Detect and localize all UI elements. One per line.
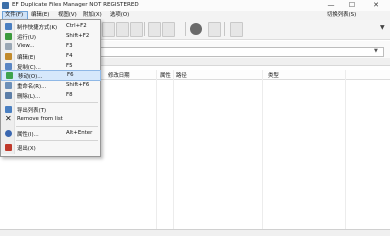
menu-item-remove-from-list[interactable]: ✕ Remove from list [1, 114, 99, 124]
menu-item-label: View... [17, 43, 35, 49]
menu-item-make-shortcut[interactable]: 制作快捷方式(K) Ctrl+F2 [1, 21, 99, 31]
menu-item-shortcut: Shift+F6 [66, 82, 90, 88]
view-icon [5, 43, 12, 50]
menu-item-edit[interactable]: 编辑(E) F4 [1, 51, 99, 61]
menu-separator [16, 140, 98, 141]
toolbar-separator [185, 22, 186, 36]
close-button[interactable]: ✕ [364, 0, 388, 10]
menu-item-shortcut: F4 [66, 53, 73, 59]
menu-item-label: 运行(U) [17, 35, 36, 41]
menu-item-shortcut: Shift+F2 [66, 33, 90, 39]
column-divider [173, 70, 174, 229]
menu-item-view[interactable]: View... F3 [1, 41, 99, 51]
chevron-down-icon[interactable]: ▼ [380, 24, 385, 31]
toolbar-button-6[interactable] [208, 22, 221, 37]
menu-item-properties[interactable]: 属性(I)... Alt+Enter [1, 128, 99, 138]
menu-item-shortcut: F5 [66, 63, 73, 69]
toolbar-button-2[interactable] [116, 22, 129, 37]
menu-view[interactable]: 视图(V) [58, 12, 77, 19]
window-title: EF Duplicate Files Manager NOT REGISTERE… [12, 2, 139, 8]
column-divider [345, 70, 346, 229]
menu-item-shortcut: F3 [66, 43, 73, 49]
menu-item-exit[interactable]: 退出(X) [1, 142, 99, 152]
toolbar-separator [224, 22, 225, 36]
delete-icon [5, 92, 12, 99]
menu-separator [16, 126, 98, 127]
menu-item-label: 编辑(E) [17, 55, 36, 61]
menu-item-label: 属性(I)... [17, 132, 39, 138]
menu-item-rename[interactable]: 重命名(R)... Shift+F6 [1, 80, 99, 90]
copy-icon [5, 63, 12, 70]
app-icon [2, 2, 9, 9]
menu-item-label: 制作快捷方式(K) [17, 25, 58, 31]
menu-switch-list[interactable]: 切换列表(S) [327, 12, 356, 19]
menu-separator [16, 102, 98, 103]
maximize-button[interactable]: ☐ [343, 0, 361, 10]
export-icon [5, 106, 12, 113]
edit-icon [5, 53, 12, 60]
stop-icon[interactable] [190, 23, 202, 35]
shortcut-icon [5, 23, 12, 30]
toolbar-button-4[interactable] [148, 22, 161, 37]
column-divider [262, 70, 263, 229]
move-icon [6, 72, 13, 79]
menu-item-shortcut: F8 [66, 92, 73, 98]
menu-item-run[interactable]: 运行(U) Shift+F2 [1, 31, 99, 41]
toolbar-button-3[interactable] [130, 22, 143, 37]
menu-edit[interactable]: 编辑(E) [31, 12, 49, 19]
menu-item-shortcut: Alt+Enter [66, 130, 93, 136]
menu-item-label: 退出(X) [17, 146, 36, 152]
menu-item-export-list[interactable]: 导出列表(T) [1, 104, 99, 114]
menu-item-delete[interactable]: 删除(L)... F8 [1, 90, 99, 100]
info-icon [5, 130, 12, 137]
menu-item-label: 移动(O)... [18, 74, 43, 80]
status-bar [0, 229, 390, 236]
remove-icon: ✕ [5, 114, 12, 123]
dropdown-arrow-icon[interactable]: ▼ [374, 48, 378, 54]
column-path[interactable]: 路径 [176, 71, 187, 79]
menu-item-label: Remove from list [17, 116, 63, 122]
column-type[interactable]: 类型 [268, 71, 279, 79]
run-icon [5, 33, 12, 40]
menu-item-label: 导出列表(T) [17, 108, 47, 114]
column-modified[interactable]: 修改日期 [108, 71, 130, 79]
toolbar-separator [144, 22, 145, 36]
menu-tools[interactable]: 附加(X) [83, 12, 102, 19]
toolbar-button-1[interactable] [102, 22, 115, 37]
menu-item-shortcut: Ctrl+F2 [66, 23, 87, 29]
filter-input[interactable] [99, 47, 384, 57]
menu-options[interactable]: 选项(O) [110, 12, 129, 19]
column-attr[interactable]: 属性 [160, 71, 171, 79]
menu-item-shortcut: F6 [67, 72, 74, 78]
menu-item-label: 删除(L)... [17, 94, 41, 100]
rename-icon [5, 82, 12, 89]
column-divider [156, 70, 157, 229]
exit-icon [5, 144, 12, 151]
toolbar-button-7[interactable] [230, 22, 243, 37]
menu-item-label: 重命名(R)... [17, 84, 47, 90]
toolbar-button-5[interactable] [162, 22, 175, 37]
minimize-button[interactable]: — [322, 0, 340, 10]
